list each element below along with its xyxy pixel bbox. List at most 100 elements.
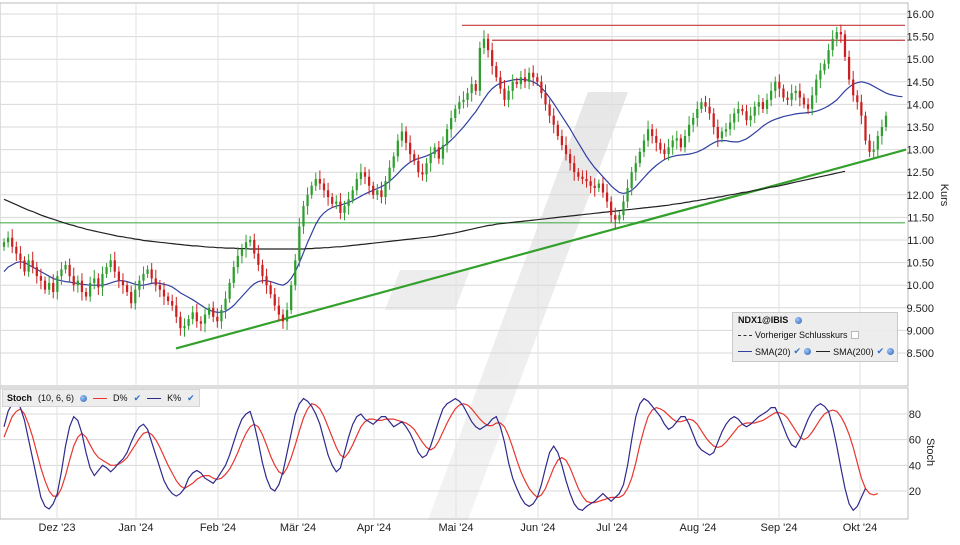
candle-down bbox=[761, 102, 765, 109]
candle-down bbox=[216, 316, 219, 322]
candle-up bbox=[597, 183, 600, 189]
candle-up bbox=[27, 260, 30, 272]
candle-up bbox=[458, 102, 461, 109]
candle-up bbox=[823, 63, 826, 71]
options-icon[interactable] bbox=[850, 331, 859, 339]
sma20-label[interactable]: SMA(20) bbox=[755, 347, 791, 357]
stoch-k-swatch bbox=[147, 397, 162, 399]
stoch-d-label[interactable]: D% bbox=[113, 393, 128, 403]
stoch-k-line bbox=[3, 397, 867, 512]
candle-down bbox=[253, 240, 256, 254]
candle-down bbox=[778, 81, 781, 89]
candle-up bbox=[60, 269, 63, 277]
x-tick-label: Aug '24 bbox=[680, 522, 717, 534]
candle-up bbox=[450, 117, 453, 130]
check-icon[interactable]: ✔ bbox=[877, 346, 885, 357]
candle-up bbox=[306, 194, 309, 207]
price-tick-label: 14.00 bbox=[906, 99, 934, 111]
candle-up bbox=[146, 269, 149, 274]
candle-up bbox=[93, 278, 96, 283]
candle-up bbox=[757, 102, 760, 107]
candle-up bbox=[835, 32, 838, 39]
candle-up bbox=[343, 206, 346, 213]
candle-down bbox=[363, 172, 367, 177]
candle-up bbox=[388, 167, 391, 182]
candle-up bbox=[351, 190, 354, 200]
candle-up bbox=[6, 237, 10, 243]
candle-down bbox=[860, 102, 863, 116]
x-axis-ticks: Dez '23 Jan '24 Feb '24 Mär '24 Apr '24 Mai '… bbox=[39, 522, 878, 534]
candle-down bbox=[843, 34, 847, 57]
sma200-line bbox=[3, 170, 846, 250]
candle-down bbox=[154, 278, 157, 286]
candle-up bbox=[240, 249, 244, 256]
candle-up bbox=[232, 267, 235, 283]
candle-up bbox=[724, 129, 728, 132]
candle-down bbox=[19, 253, 22, 261]
candle-up bbox=[429, 154, 432, 164]
globe-icon[interactable] bbox=[804, 348, 812, 355]
candle-up bbox=[749, 115, 752, 121]
check-icon[interactable]: ✔ bbox=[187, 393, 195, 404]
candle-down bbox=[499, 77, 502, 89]
candle-down bbox=[523, 77, 527, 82]
price-tick-label: 12.00 bbox=[906, 190, 934, 202]
candle-down bbox=[856, 95, 859, 103]
price-axis-ticks: 8.500 9.000 9.500 10.00 10.50 11.00 11.50 12.00… bbox=[906, 9, 934, 360]
candle-down bbox=[43, 280, 47, 290]
stoch-k-label[interactable]: K% bbox=[167, 393, 181, 403]
candle-up bbox=[790, 93, 793, 100]
price-legend: NDX1@IBIS Vorheriger Schlusskurs SMA(20)… bbox=[732, 312, 898, 362]
chart-svg: 8.500 9.000 9.500 10.00 10.50 11.00 11.50 12.00… bbox=[0, 2, 950, 534]
candle-up bbox=[626, 188, 629, 202]
candle-down bbox=[117, 271, 120, 281]
candle-up bbox=[244, 242, 248, 250]
candle-up bbox=[376, 190, 379, 195]
legend-previous-close[interactable]: Vorheriger Schlusskurs bbox=[738, 330, 859, 340]
candle-up bbox=[470, 84, 473, 94]
candle-down bbox=[84, 291, 88, 297]
globe-icon[interactable] bbox=[80, 394, 88, 402]
check-icon[interactable]: ✔ bbox=[134, 393, 142, 404]
candle-up bbox=[56, 276, 59, 292]
sma20-swatch bbox=[738, 351, 752, 352]
price-tick-label: 13.00 bbox=[906, 145, 934, 157]
candle-up bbox=[667, 147, 670, 155]
check-icon[interactable]: ✔ bbox=[794, 346, 802, 357]
candle-up bbox=[142, 273, 145, 281]
candle-up bbox=[819, 70, 822, 80]
candle-down bbox=[437, 147, 440, 159]
candle-up bbox=[478, 47, 481, 91]
price-tick-label: 14.50 bbox=[906, 77, 934, 89]
candle-up bbox=[765, 99, 769, 109]
price-tick-label: 16.00 bbox=[906, 9, 934, 21]
candle-down bbox=[663, 149, 666, 155]
candle-down bbox=[11, 237, 14, 247]
x-tick-label: Dez '23 bbox=[39, 522, 76, 534]
candle-down bbox=[712, 113, 715, 127]
stoch-tick-label: 60 bbox=[909, 435, 921, 447]
candle-up bbox=[48, 282, 51, 290]
candle-up bbox=[294, 260, 297, 286]
candle-down bbox=[868, 140, 871, 152]
candle-down bbox=[150, 269, 153, 279]
candle-up bbox=[89, 282, 92, 297]
stoch-d-swatch bbox=[93, 397, 108, 399]
candle-up bbox=[872, 149, 875, 152]
price-tick-label: 15.50 bbox=[906, 32, 934, 44]
candle-down bbox=[372, 185, 375, 195]
candle-down bbox=[367, 176, 371, 186]
stoch-name[interactable]: Stoch bbox=[7, 393, 32, 403]
sma200-label[interactable]: SMA(200) bbox=[833, 347, 874, 357]
candle-down bbox=[212, 307, 215, 317]
candle-down bbox=[589, 181, 592, 186]
candle-up bbox=[384, 181, 387, 198]
candle-down bbox=[322, 183, 326, 191]
candle-up bbox=[64, 264, 67, 270]
candle-up bbox=[507, 90, 510, 100]
candle-down bbox=[421, 172, 424, 175]
candle-up bbox=[228, 282, 231, 299]
candle-up bbox=[683, 136, 687, 148]
x-tick-label: Okt '24 bbox=[843, 522, 878, 534]
globe-icon[interactable] bbox=[887, 348, 895, 355]
